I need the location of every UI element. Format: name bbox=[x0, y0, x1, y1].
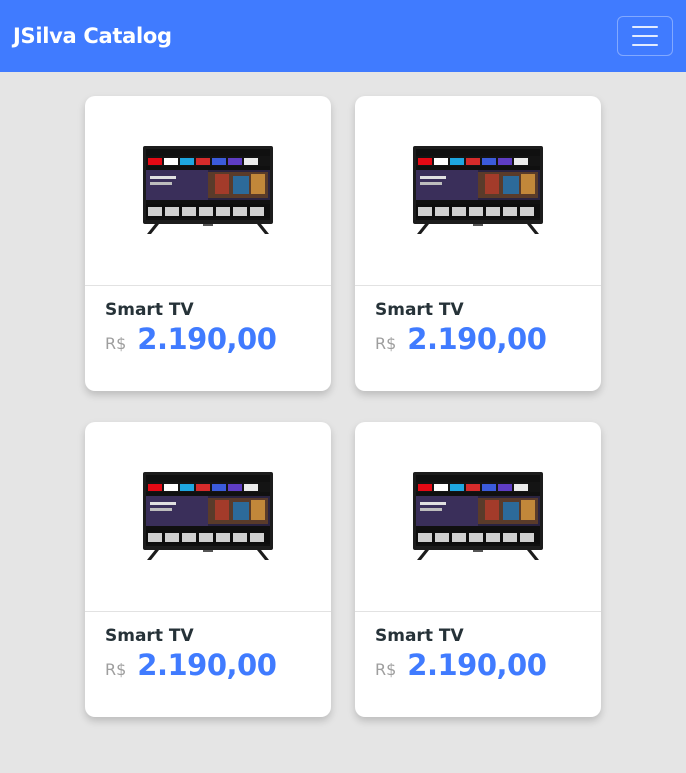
product-info: Smart TV R$ 2.190,00 bbox=[355, 612, 601, 682]
product-name: Smart TV bbox=[375, 300, 464, 320]
smart-tv-image bbox=[143, 471, 273, 560]
price-row: R$ 2.190,00 bbox=[105, 322, 311, 356]
product-card[interactable]: Smart TV R$ 2.190,00 bbox=[85, 422, 331, 717]
menu-toggle-button[interactable] bbox=[617, 16, 673, 56]
product-price: 2.190,00 bbox=[137, 322, 277, 356]
product-image bbox=[355, 96, 601, 286]
currency-symbol: R$ bbox=[375, 660, 397, 679]
currency-symbol: R$ bbox=[375, 334, 397, 353]
product-card[interactable]: Smart TV R$ 2.190,00 bbox=[355, 96, 601, 391]
price-row: R$ 2.190,00 bbox=[375, 322, 581, 356]
product-name: Smart TV bbox=[375, 626, 464, 646]
currency-symbol: R$ bbox=[105, 334, 127, 353]
product-grid: Smart TV R$ 2.190,00 Smart TV R$ 2.190,0… bbox=[85, 96, 601, 717]
smart-tv-image bbox=[413, 471, 543, 560]
smart-tv-image bbox=[413, 145, 543, 234]
product-name: Smart TV bbox=[105, 300, 194, 320]
brand-logo[interactable]: JSilva Catalog bbox=[13, 24, 172, 48]
smart-tv-image bbox=[143, 145, 273, 234]
product-price: 2.190,00 bbox=[407, 648, 547, 682]
navbar: JSilva Catalog bbox=[0, 0, 686, 72]
product-card[interactable]: Smart TV R$ 2.190,00 bbox=[85, 96, 331, 391]
currency-symbol: R$ bbox=[105, 660, 127, 679]
product-image bbox=[85, 96, 331, 286]
product-info: Smart TV R$ 2.190,00 bbox=[355, 286, 601, 356]
hamburger-menu-icon bbox=[632, 26, 658, 28]
product-card[interactable]: Smart TV R$ 2.190,00 bbox=[355, 422, 601, 717]
price-row: R$ 2.190,00 bbox=[375, 648, 581, 682]
product-image bbox=[355, 422, 601, 612]
price-row: R$ 2.190,00 bbox=[105, 648, 311, 682]
product-price: 2.190,00 bbox=[137, 648, 277, 682]
product-info: Smart TV R$ 2.190,00 bbox=[85, 612, 331, 682]
product-name: Smart TV bbox=[105, 626, 194, 646]
product-price: 2.190,00 bbox=[407, 322, 547, 356]
product-image bbox=[85, 422, 331, 612]
product-info: Smart TV R$ 2.190,00 bbox=[85, 286, 331, 356]
